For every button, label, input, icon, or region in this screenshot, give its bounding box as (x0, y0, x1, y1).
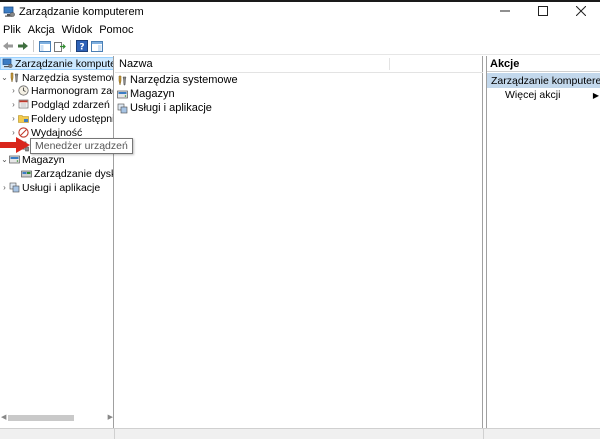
tree-label: Podgląd zdarzeń (31, 98, 110, 111)
tree-label: Foldery udostępnione (31, 112, 114, 125)
submenu-arrow-icon: ▶ (592, 90, 599, 100)
tree-item-storage[interactable]: ⌄ Magazyn (0, 153, 65, 166)
console-tree[interactable]: Zarządzanie komputerem ⌄ Narzędzia syste… (0, 56, 114, 428)
list-item[interactable]: Magazyn (117, 87, 175, 101)
tree-item-task-scheduler[interactable]: › Harmonogram zadań (9, 84, 113, 97)
services-apps-icon (117, 103, 128, 114)
tree-item-root[interactable]: Zarządzanie komputerem (0, 57, 113, 70)
horizontal-scrollbar[interactable]: ◀ ▶ (0, 413, 113, 422)
close-icon (575, 5, 587, 19)
export-list-icon[interactable] (53, 39, 67, 53)
forward-arrow-icon[interactable] (16, 39, 30, 53)
list-item-label: Magazyn (130, 88, 175, 100)
status-divider (483, 429, 484, 439)
menu-file[interactable]: Plik (0, 24, 25, 36)
window-title: Zarządzanie komputerem (19, 6, 144, 18)
tooltip: Menedżer urządzeń (30, 138, 133, 154)
scrollbar-thumb[interactable] (8, 415, 74, 421)
storage-icon (117, 89, 128, 100)
properties-pane-icon[interactable] (90, 39, 104, 53)
toolbar: ? (0, 38, 600, 55)
chevron-right-icon[interactable]: › (9, 114, 18, 123)
back-arrow-icon[interactable] (1, 39, 15, 53)
show-hide-console-tree-icon[interactable] (38, 39, 52, 53)
results-pane[interactable]: Nazwa Narzędzia systemowe Magazyn Usługi… (115, 56, 483, 428)
column-separator[interactable] (389, 58, 390, 70)
disk-management-icon (21, 168, 32, 179)
actions-pane: Akcje Zarządzanie komputerem Więcej akcj… (486, 56, 600, 428)
list-item-label: Narzędzia systemowe (130, 74, 238, 86)
actions-group-label: Zarządzanie komputerem (491, 74, 600, 87)
title-bar[interactable]: Zarządzanie komputerem (0, 2, 600, 22)
list-item-label: Usługi i aplikacje (130, 102, 212, 114)
status-divider (114, 429, 115, 439)
toolbar-separator (33, 40, 34, 52)
tree-item-shared-folders[interactable]: › Foldery udostępnione (9, 112, 114, 125)
tree-item-services-apps[interactable]: › Usługi i aplikacje (0, 181, 100, 194)
chevron-right-icon[interactable]: › (9, 128, 18, 137)
tree-label: Zarządzanie dyskami (34, 167, 113, 180)
tree-label: Usługi i aplikacje (22, 181, 101, 194)
tree-item-disk-management[interactable]: Zarządzanie dyskami (21, 167, 113, 180)
menu-view[interactable]: Widok (59, 24, 97, 36)
annotation-arrow-icon (0, 137, 30, 153)
tooltip-text: Menedżer urządzeń (35, 140, 128, 152)
toolbar-separator (70, 40, 71, 52)
tree-label: Magazyn (22, 153, 65, 166)
minimize-button[interactable] (486, 2, 524, 22)
tools-icon (9, 72, 20, 83)
tree-label: Wydajność (31, 126, 83, 139)
more-actions-label: Więcej akcji (505, 89, 561, 101)
storage-icon (9, 154, 20, 165)
menu-bar: Plik Akcja Widok Pomoc (0, 22, 600, 38)
scroll-right-icon[interactable]: ▶ (108, 413, 113, 421)
services-apps-icon (9, 182, 20, 193)
event-viewer-icon (18, 99, 29, 110)
more-actions-item[interactable]: Więcej akcji ▶ (505, 88, 600, 102)
menu-help[interactable]: Pomoc (96, 24, 137, 36)
minimize-icon (500, 6, 510, 19)
chevron-right-icon[interactable]: › (0, 183, 9, 192)
close-button[interactable] (562, 2, 600, 22)
status-bar (0, 428, 600, 439)
tree-item-event-viewer[interactable]: › Podgląd zdarzeń (9, 98, 110, 111)
column-header-name[interactable]: Nazwa (115, 56, 483, 73)
clock-icon (18, 85, 29, 96)
shared-folder-icon (18, 113, 29, 124)
column-title: Nazwa (119, 58, 153, 70)
chevron-down-icon[interactable]: ⌄ (0, 73, 9, 82)
chevron-right-icon[interactable]: › (9, 100, 18, 109)
menu-action[interactable]: Akcja (25, 24, 59, 36)
help-icon[interactable]: ? (75, 39, 89, 53)
actions-title: Akcje (487, 56, 600, 72)
chevron-right-icon[interactable]: › (9, 86, 18, 95)
tree-label: Harmonogram zadań (31, 84, 113, 97)
scroll-left-icon[interactable]: ◀ (1, 413, 6, 421)
svg-text:?: ? (79, 43, 84, 53)
maximize-icon (538, 5, 548, 19)
list-item[interactable]: Narzędzia systemowe (117, 73, 238, 87)
tree-label: Narzędzia systemowe (22, 71, 113, 84)
list-item[interactable]: Usługi i aplikacje (117, 101, 212, 115)
tree-item-system-tools[interactable]: ⌄ Narzędzia systemowe (0, 71, 113, 84)
computer-management-icon (3, 6, 15, 18)
tree-label: Zarządzanie komputerem (15, 57, 113, 70)
maximize-button[interactable] (524, 2, 562, 22)
computer-management-icon (2, 58, 13, 69)
actions-group-header[interactable]: Zarządzanie komputerem (487, 73, 600, 88)
chevron-down-icon[interactable]: ⌄ (0, 155, 9, 164)
tools-icon (117, 75, 128, 86)
